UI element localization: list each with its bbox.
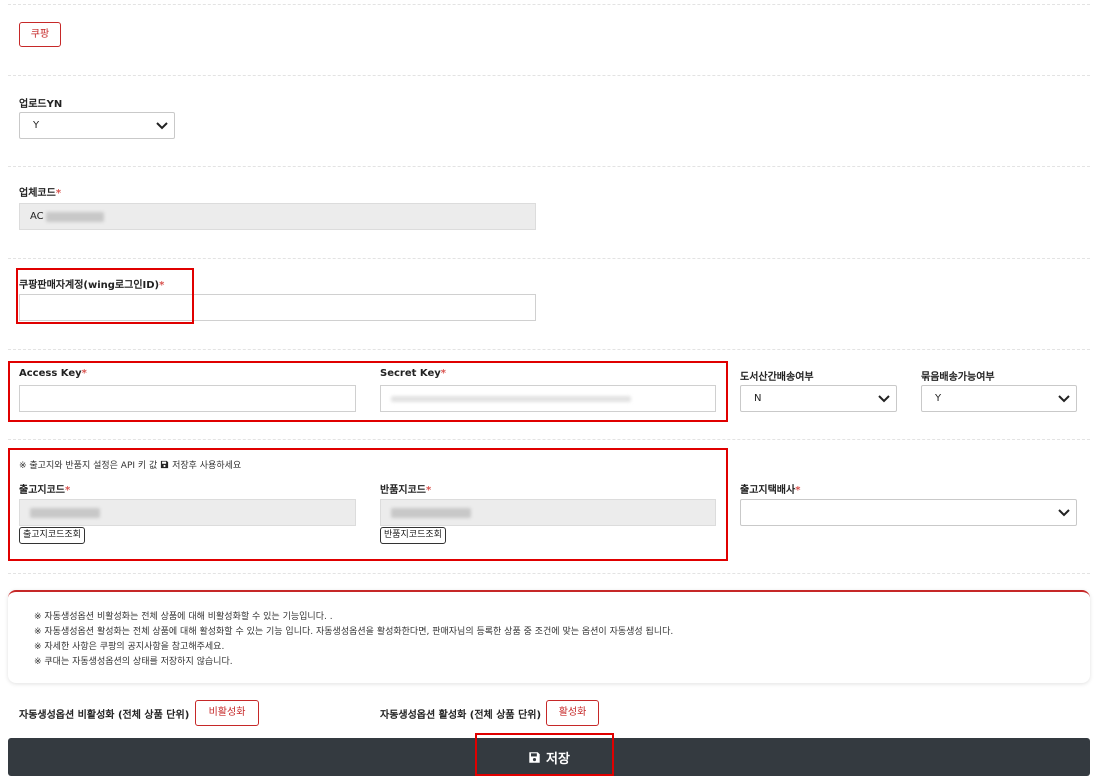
save-icon [529,751,540,763]
seller-account-label: 쿠팡판매자계정(wing로그인ID)* [19,280,165,291]
redacted-text [391,507,471,518]
chevron-down-icon [1058,394,1070,402]
shipping-place-label: 출고지코드* [19,485,71,496]
address-notice: ※ 출고지와 반품지 설정은 API 키 값 저장후 사용하세요 [19,460,242,471]
divider [8,75,1090,76]
access-key-label: Access Key* [19,368,87,379]
company-code-field: AC [19,203,536,230]
save-button[interactable]: 저장 [8,738,1090,776]
shipping-place-field [19,499,356,526]
upload-yn-value: Y [33,120,40,131]
access-key-input[interactable] [19,385,356,412]
divider [8,258,1090,259]
shipping-place-lookup-button[interactable]: 출고지코드조회 [19,527,85,544]
auto-option-enable-button[interactable]: 활성화 [546,700,599,726]
divider [8,439,1090,440]
company-code-value: AC [30,211,44,222]
notice-line: ※ 자동생성옵션 비활성화는 전체 상품에 대해 비활성화할 수 있는 기능입니… [34,612,333,622]
courier-select[interactable] [740,499,1077,526]
divider [8,4,1090,5]
upload-yn-label: 업로드YN [19,99,63,110]
chevron-down-icon [1058,508,1070,516]
redacted-text [45,211,104,222]
divider [8,349,1090,350]
divider [8,166,1090,167]
auto-option-disable-label: 자동생성옵션 비활성화 (전체 상품 단위) [19,710,190,721]
return-place-label: 반품지코드* [380,485,432,496]
redacted-text [30,507,100,518]
company-code-label: 업체코드* [19,188,62,199]
bundle-shipping-label: 묶음배송가능여부 [921,372,995,383]
seller-account-input[interactable] [19,294,536,321]
return-place-lookup-button[interactable]: 반품지코드조회 [380,527,446,544]
divider [8,573,1090,574]
bundle-shipping-value: Y [935,393,942,404]
secret-key-input[interactable] [380,385,716,412]
save-icon [161,460,169,469]
auto-option-notice-card: ※ 자동생성옵션 비활성화는 전체 상품에 대해 비활성화할 수 있는 기능입니… [8,590,1090,683]
chevron-down-icon [878,394,890,402]
notice-line: ※ 자동생성옵션 활성화는 전체 상품에 대해 활성화할 수 있는 기능 입니다… [34,627,674,637]
auto-option-disable-button[interactable]: 비활성화 [195,700,259,726]
book-shipping-select[interactable]: N [740,385,897,412]
book-shipping-label: 도서산간배송여부 [740,372,814,383]
notice-line: ※ 자세한 사항은 쿠팡의 공지사항을 참고해주세요. [34,642,225,652]
chevron-down-icon [156,121,168,129]
courier-label: 출고지택배사* [740,485,801,496]
coupang-market-button[interactable]: 쿠팡 [19,22,61,47]
notice-line: ※ 쿠대는 자동생성옵션의 상태를 저장하지 않습니다. [34,657,233,667]
return-place-field [380,499,716,526]
bundle-shipping-select[interactable]: Y [921,385,1077,412]
upload-yn-select[interactable]: Y [19,112,175,139]
book-shipping-value: N [754,393,762,404]
save-button-label: 저장 [546,751,570,767]
redacted-text [391,395,631,402]
secret-key-label: Secret Key* [380,368,446,379]
auto-option-enable-label: 자동생성옵션 활성화 (전체 상품 단위) [380,710,542,721]
